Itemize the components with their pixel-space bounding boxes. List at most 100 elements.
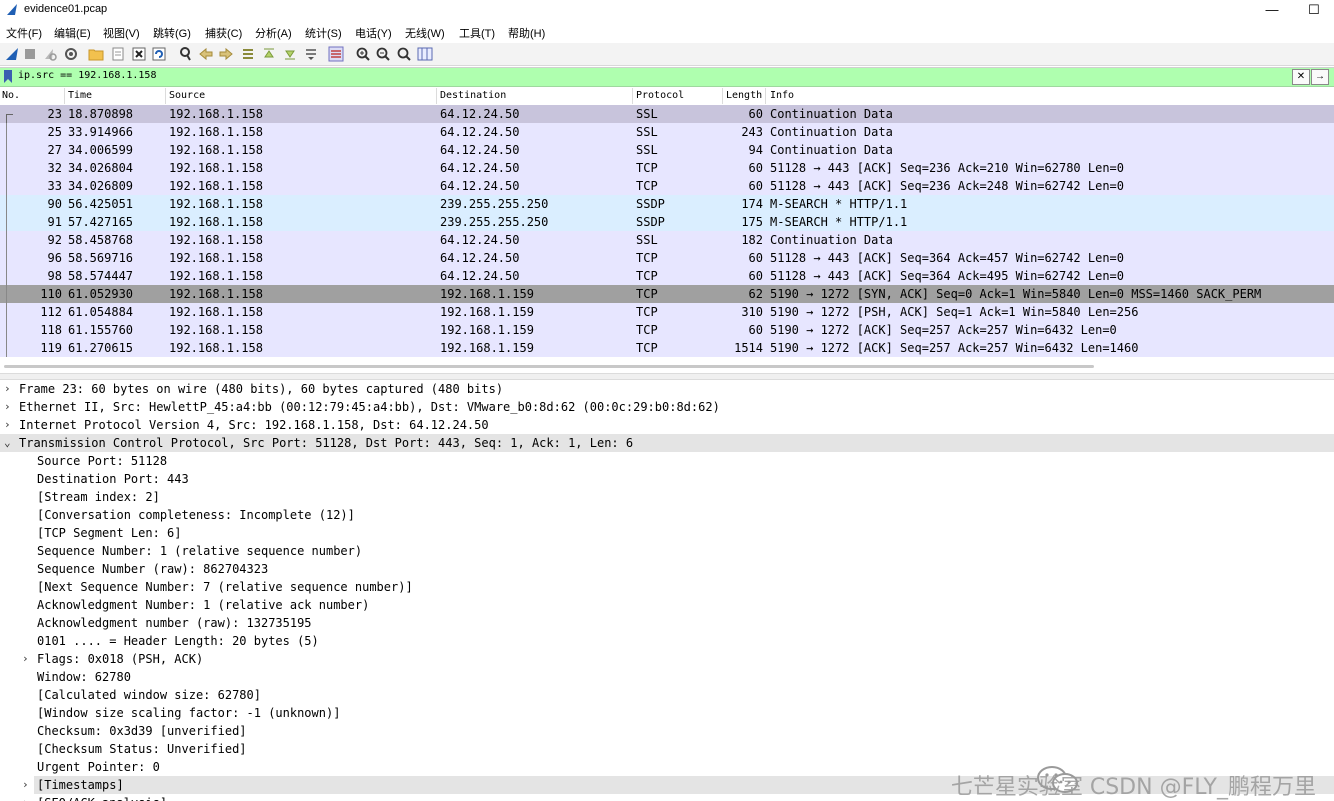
menu-file[interactable]: 文件(F) bbox=[6, 25, 42, 41]
menu-help[interactable]: 帮助(H) bbox=[508, 25, 545, 41]
options-gear-icon[interactable] bbox=[63, 46, 79, 62]
resize-columns-icon[interactable] bbox=[417, 46, 433, 62]
zoom-out-icon[interactable] bbox=[375, 46, 391, 62]
detail-tree-item[interactable]: [Checksum Status: Unverified] bbox=[0, 740, 1334, 758]
detail-tree-item[interactable]: [Conversation completeness: Incomplete (… bbox=[0, 506, 1334, 524]
detail-tree-item[interactable]: Acknowledgment number (raw): 132735195 bbox=[0, 614, 1334, 632]
packet-row[interactable]: 23 18.870898 192.168.1.158 64.12.24.50 SSL 60… bbox=[0, 105, 1334, 124]
detail-tree-item[interactable]: › Ethernet II, Src: HewlettP_45:a4:bb (00… bbox=[0, 398, 1334, 416]
detail-tree-item[interactable]: 0101 .... = Header Length: 20 bytes (5) bbox=[0, 632, 1334, 650]
close-file-icon[interactable] bbox=[131, 46, 147, 62]
menu-capture[interactable]: 捕获(C) bbox=[205, 25, 242, 41]
menu-wireless[interactable]: 无线(W) bbox=[405, 25, 445, 41]
column-header-destination[interactable]: Destination bbox=[440, 90, 506, 101]
detail-tree-item[interactable]: Window: 62780 bbox=[0, 668, 1334, 686]
menu-edit[interactable]: 编辑(E) bbox=[54, 25, 91, 41]
column-divider[interactable] bbox=[632, 88, 633, 104]
detail-tree-item[interactable]: Sequence Number: 1 (relative sequence nu… bbox=[0, 542, 1334, 560]
maximize-button[interactable]: ☐ bbox=[1304, 1, 1324, 19]
packet-info: Continuation Data bbox=[770, 107, 893, 121]
column-divider[interactable] bbox=[165, 88, 166, 104]
pane-splitter[interactable] bbox=[0, 373, 1334, 380]
horizontal-scrollbar[interactable] bbox=[4, 365, 1094, 368]
detail-tree-item[interactable]: Checksum: 0x3d39 [unverified] bbox=[0, 722, 1334, 740]
column-header-length[interactable]: Length bbox=[726, 90, 762, 101]
detail-tree-item[interactable]: › Flags: 0x018 (PSH, ACK) bbox=[0, 650, 1334, 668]
packet-row[interactable]: 90 56.425051 192.168.1.158 239.255.255.250 S… bbox=[0, 195, 1334, 213]
column-header-no[interactable]: No. bbox=[2, 90, 20, 101]
go-last-icon[interactable] bbox=[282, 46, 298, 62]
collapse-chevron-icon[interactable]: ⌄ bbox=[4, 436, 14, 449]
zoom-normal-icon[interactable] bbox=[396, 46, 412, 62]
display-filter-input[interactable]: ip.src == 192.168.1.158 bbox=[18, 70, 156, 81]
packet-destination: 192.168.1.159 bbox=[440, 323, 534, 337]
packet-row[interactable]: 33 34.026809 192.168.1.158 64.12.24.50 TCP 60… bbox=[0, 177, 1334, 195]
column-divider[interactable] bbox=[765, 88, 766, 104]
column-divider[interactable] bbox=[722, 88, 723, 104]
restart-icon[interactable] bbox=[42, 46, 58, 62]
column-header-protocol[interactable]: Protocol bbox=[636, 90, 684, 101]
clear-filter-button[interactable]: ✕ bbox=[1292, 69, 1310, 85]
save-file-icon[interactable] bbox=[110, 46, 126, 62]
detail-tree-item[interactable]: [Calculated window size: 62780] bbox=[0, 686, 1334, 704]
expand-chevron-icon[interactable]: › bbox=[4, 382, 14, 395]
column-header-time[interactable]: Time bbox=[68, 90, 92, 101]
zoom-in-icon[interactable] bbox=[355, 46, 371, 62]
colorize-icon[interactable] bbox=[328, 46, 344, 62]
packet-row[interactable]: 27 34.006599 192.168.1.158 64.12.24.50 SSL 94… bbox=[0, 141, 1334, 159]
column-header-source[interactable]: Source bbox=[169, 90, 205, 101]
minimize-button[interactable]: — bbox=[1262, 1, 1282, 19]
menu-analyze[interactable]: 分析(A) bbox=[255, 25, 292, 41]
reload-icon[interactable] bbox=[151, 46, 167, 62]
column-divider[interactable] bbox=[436, 88, 437, 104]
packet-row[interactable]: 110 61.052930 192.168.1.158 192.168.1.159 TC… bbox=[0, 285, 1334, 303]
packet-row[interactable]: 32 34.026804 192.168.1.158 64.12.24.50 TCP 60… bbox=[0, 159, 1334, 177]
expand-chevron-icon[interactable]: › bbox=[22, 796, 32, 801]
packet-row[interactable]: 118 61.155760 192.168.1.158 192.168.1.159 TC… bbox=[0, 321, 1334, 339]
detail-tree-item[interactable]: › Frame 23: 60 bytes on wire (480 bits), … bbox=[0, 380, 1334, 398]
stop-icon[interactable] bbox=[22, 46, 38, 62]
shark-fin-start-icon[interactable] bbox=[4, 46, 20, 62]
menu-view[interactable]: 视图(V) bbox=[103, 25, 140, 41]
packet-row[interactable]: 96 58.569716 192.168.1.158 64.12.24.50 TCP 60… bbox=[0, 249, 1334, 267]
menu-tools[interactable]: 工具(T) bbox=[459, 25, 495, 41]
go-to-packet-icon[interactable] bbox=[240, 46, 256, 62]
column-divider[interactable] bbox=[64, 88, 65, 104]
packet-protocol: TCP bbox=[636, 305, 658, 319]
detail-tree-text: Flags: 0x018 (PSH, ACK) bbox=[37, 652, 204, 666]
packet-length: 94 bbox=[748, 143, 763, 157]
detail-tree-item[interactable]: [Window size scaling factor: -1 (unknown… bbox=[0, 704, 1334, 722]
expand-chevron-icon[interactable]: › bbox=[4, 400, 14, 413]
menu-telephony[interactable]: 电话(Y) bbox=[355, 25, 392, 41]
packet-row[interactable]: 91 57.427165 192.168.1.158 239.255.255.250 S… bbox=[0, 213, 1334, 231]
packet-info: 5190 → 1272 [ACK] Seq=257 Ack=257 Win=64… bbox=[770, 341, 1139, 355]
packet-row[interactable]: 98 58.574447 192.168.1.158 64.12.24.50 TCP 60… bbox=[0, 267, 1334, 285]
apply-filter-button[interactable]: → bbox=[1311, 69, 1329, 85]
detail-tree-item[interactable]: Sequence Number (raw): 862704323 bbox=[0, 560, 1334, 578]
packet-row[interactable]: 112 61.054884 192.168.1.158 192.168.1.159 TC… bbox=[0, 303, 1334, 321]
packet-row[interactable]: 119 61.270615 192.168.1.158 192.168.1.159 TC… bbox=[0, 339, 1334, 357]
detail-tree-item[interactable]: › Internet Protocol Version 4, Src: 192.1… bbox=[0, 416, 1334, 434]
expand-chevron-icon[interactable]: › bbox=[22, 778, 32, 791]
detail-tree-item[interactable]: [Stream index: 2] bbox=[0, 488, 1334, 506]
column-header-info[interactable]: Info bbox=[770, 90, 794, 101]
detail-tree-item[interactable]: Source Port: 51128 bbox=[0, 452, 1334, 470]
open-folder-icon[interactable] bbox=[88, 46, 104, 62]
go-forward-icon[interactable] bbox=[218, 46, 234, 62]
go-first-icon[interactable] bbox=[261, 46, 277, 62]
menu-go[interactable]: 跳转(G) bbox=[153, 25, 191, 41]
detail-tree-item[interactable]: Acknowledgment Number: 1 (relative ack n… bbox=[0, 596, 1334, 614]
detail-tree-item[interactable]: Destination Port: 443 bbox=[0, 470, 1334, 488]
autoscroll-icon[interactable] bbox=[303, 46, 319, 62]
expand-chevron-icon[interactable]: › bbox=[4, 418, 14, 431]
packet-row[interactable]: 92 58.458768 192.168.1.158 64.12.24.50 SSL 18… bbox=[0, 231, 1334, 249]
go-back-icon[interactable] bbox=[198, 46, 214, 62]
menu-statistics[interactable]: 统计(S) bbox=[305, 25, 342, 41]
filter-bookmark-icon[interactable] bbox=[4, 70, 12, 83]
detail-tree-item[interactable]: [TCP Segment Len: 6] bbox=[0, 524, 1334, 542]
detail-tree-item[interactable]: ⌄ Transmission Control Protocol, Src Port… bbox=[0, 434, 1334, 452]
packet-row[interactable]: 25 33.914966 192.168.1.158 64.12.24.50 SSL 24… bbox=[0, 123, 1334, 141]
find-packet-icon[interactable] bbox=[178, 46, 194, 62]
detail-tree-item[interactable]: [Next Sequence Number: 7 (relative seque… bbox=[0, 578, 1334, 596]
expand-chevron-icon[interactable]: › bbox=[22, 652, 32, 665]
